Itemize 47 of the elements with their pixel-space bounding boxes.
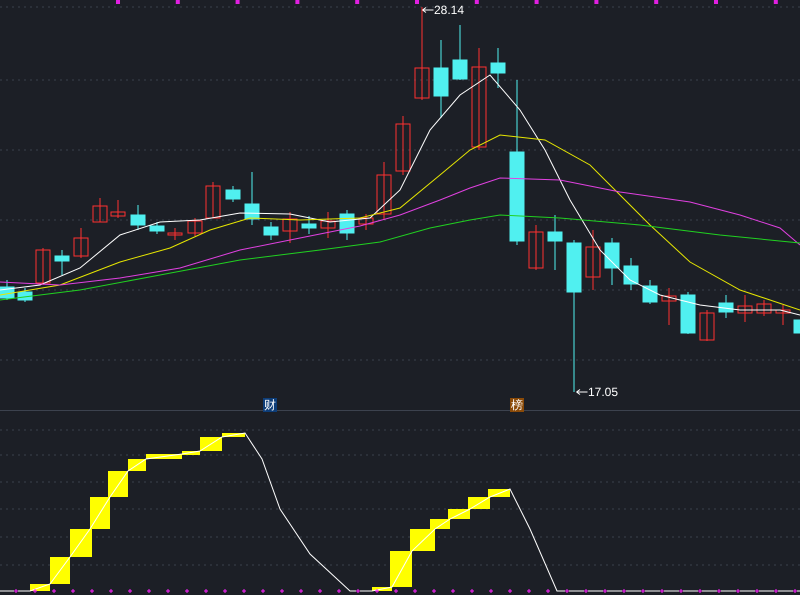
candlestick bbox=[680, 292, 696, 334]
candlestick bbox=[528, 224, 544, 270]
candlestick bbox=[226, 186, 240, 202]
candlestick bbox=[396, 116, 410, 176]
event-marker[interactable]: 财 bbox=[263, 398, 277, 412]
candlestick bbox=[206, 182, 220, 218]
event-marker[interactable]: 榜 bbox=[510, 398, 524, 412]
candlestick bbox=[36, 248, 50, 286]
candlestick bbox=[718, 294, 734, 318]
candlestick bbox=[662, 288, 676, 326]
candlestick bbox=[18, 288, 32, 302]
candlestick bbox=[54, 250, 70, 276]
candlestick bbox=[376, 162, 392, 220]
candlestick bbox=[130, 204, 146, 230]
candlestick bbox=[490, 48, 506, 88]
candlestick bbox=[548, 214, 562, 270]
indicator-bar bbox=[70, 529, 92, 557]
candlestick bbox=[302, 216, 316, 234]
candlestick bbox=[700, 310, 714, 342]
candlestick bbox=[586, 230, 600, 290]
low-price-label: 17.05 bbox=[588, 385, 618, 399]
candlestick bbox=[264, 222, 278, 240]
leader-line bbox=[576, 389, 588, 395]
candlestick bbox=[0, 280, 14, 300]
candlestick bbox=[320, 212, 336, 238]
candlestick bbox=[738, 294, 752, 322]
candlestick bbox=[244, 172, 260, 226]
candlestick bbox=[756, 300, 772, 316]
candlestick bbox=[340, 210, 354, 240]
candlestick bbox=[168, 228, 182, 240]
candlestick bbox=[74, 228, 88, 258]
indicator-bar bbox=[448, 509, 470, 519]
candlestick bbox=[150, 222, 164, 234]
candlestick bbox=[110, 200, 126, 218]
candlestick bbox=[776, 304, 790, 326]
candlestick bbox=[282, 212, 298, 244]
candlestick bbox=[624, 258, 638, 290]
indicator-bar bbox=[90, 497, 110, 529]
candlestick bbox=[92, 198, 108, 222]
candlestick bbox=[642, 280, 658, 304]
high-price-label: 28.14 bbox=[434, 3, 464, 17]
candlestick bbox=[452, 24, 468, 80]
candlestick bbox=[794, 320, 800, 334]
candlestick bbox=[188, 218, 202, 236]
candlestick bbox=[604, 238, 620, 286]
candlestick bbox=[358, 214, 374, 230]
leader-line bbox=[422, 7, 434, 13]
